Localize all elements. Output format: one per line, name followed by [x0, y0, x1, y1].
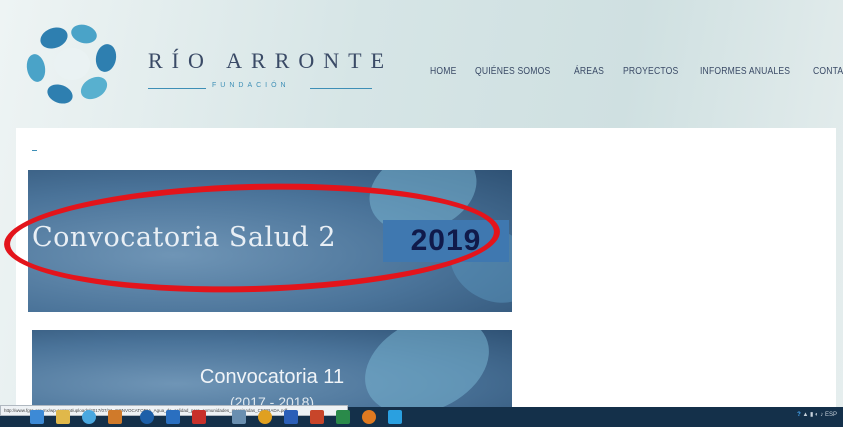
language-indicator[interactable]: ESP	[825, 412, 837, 418]
powerpoint-icon[interactable]	[310, 410, 324, 424]
acrobat-icon[interactable]	[192, 410, 206, 424]
firefox-icon[interactable]	[362, 410, 376, 424]
content-dash	[32, 150, 37, 151]
word-icon[interactable]	[284, 410, 298, 424]
nav-informes-anuales[interactable]: INFORMES ANUALES	[700, 66, 790, 77]
ie-icon[interactable]	[82, 410, 96, 424]
photos-icon[interactable]	[232, 410, 246, 424]
excel-icon[interactable]	[336, 410, 350, 424]
folder-icon[interactable]	[56, 410, 70, 424]
chrome-icon[interactable]	[258, 410, 272, 424]
system-tray[interactable]: ? ▲ ▮ ◐ ♪ ESP	[797, 411, 837, 418]
tray-icons: ▲ ▮ ◐ ♪	[802, 412, 825, 418]
help-icon[interactable]: ?	[797, 412, 801, 418]
logo-petals-icon	[26, 24, 117, 104]
hp-icon[interactable]	[140, 410, 154, 424]
banner-title: Convocatoria 11	[199, 366, 345, 388]
fundacion-logo[interactable]	[24, 22, 120, 106]
nav-areas[interactable]: ÁREAS	[574, 66, 604, 77]
nav-quienes-somos[interactable]: QUIÉNES SOMOS	[475, 66, 550, 77]
start-flag-icon[interactable]	[30, 410, 44, 424]
brand-divider-left	[148, 88, 206, 89]
skype-icon[interactable]	[388, 410, 402, 424]
brand-name: RÍO ARRONTE	[148, 48, 394, 73]
brand-subtitle: FUNDACIÓN	[212, 82, 290, 89]
brand-divider-right	[310, 88, 372, 89]
brand-wordmark[interactable]: RÍO ARRONTE FUNDACIÓN	[140, 48, 384, 96]
media-icon[interactable]	[108, 410, 122, 424]
main-nav: HOME QUIÉNES SOMOS ÁREAS PROYECTOS INFOR…	[430, 66, 843, 77]
nav-home[interactable]: HOME	[430, 66, 456, 77]
nav-contacto[interactable]: CONTACTO	[813, 66, 843, 77]
nav-proyectos[interactable]: PROYECTOS	[623, 66, 678, 77]
outlook-icon[interactable]	[166, 410, 180, 424]
